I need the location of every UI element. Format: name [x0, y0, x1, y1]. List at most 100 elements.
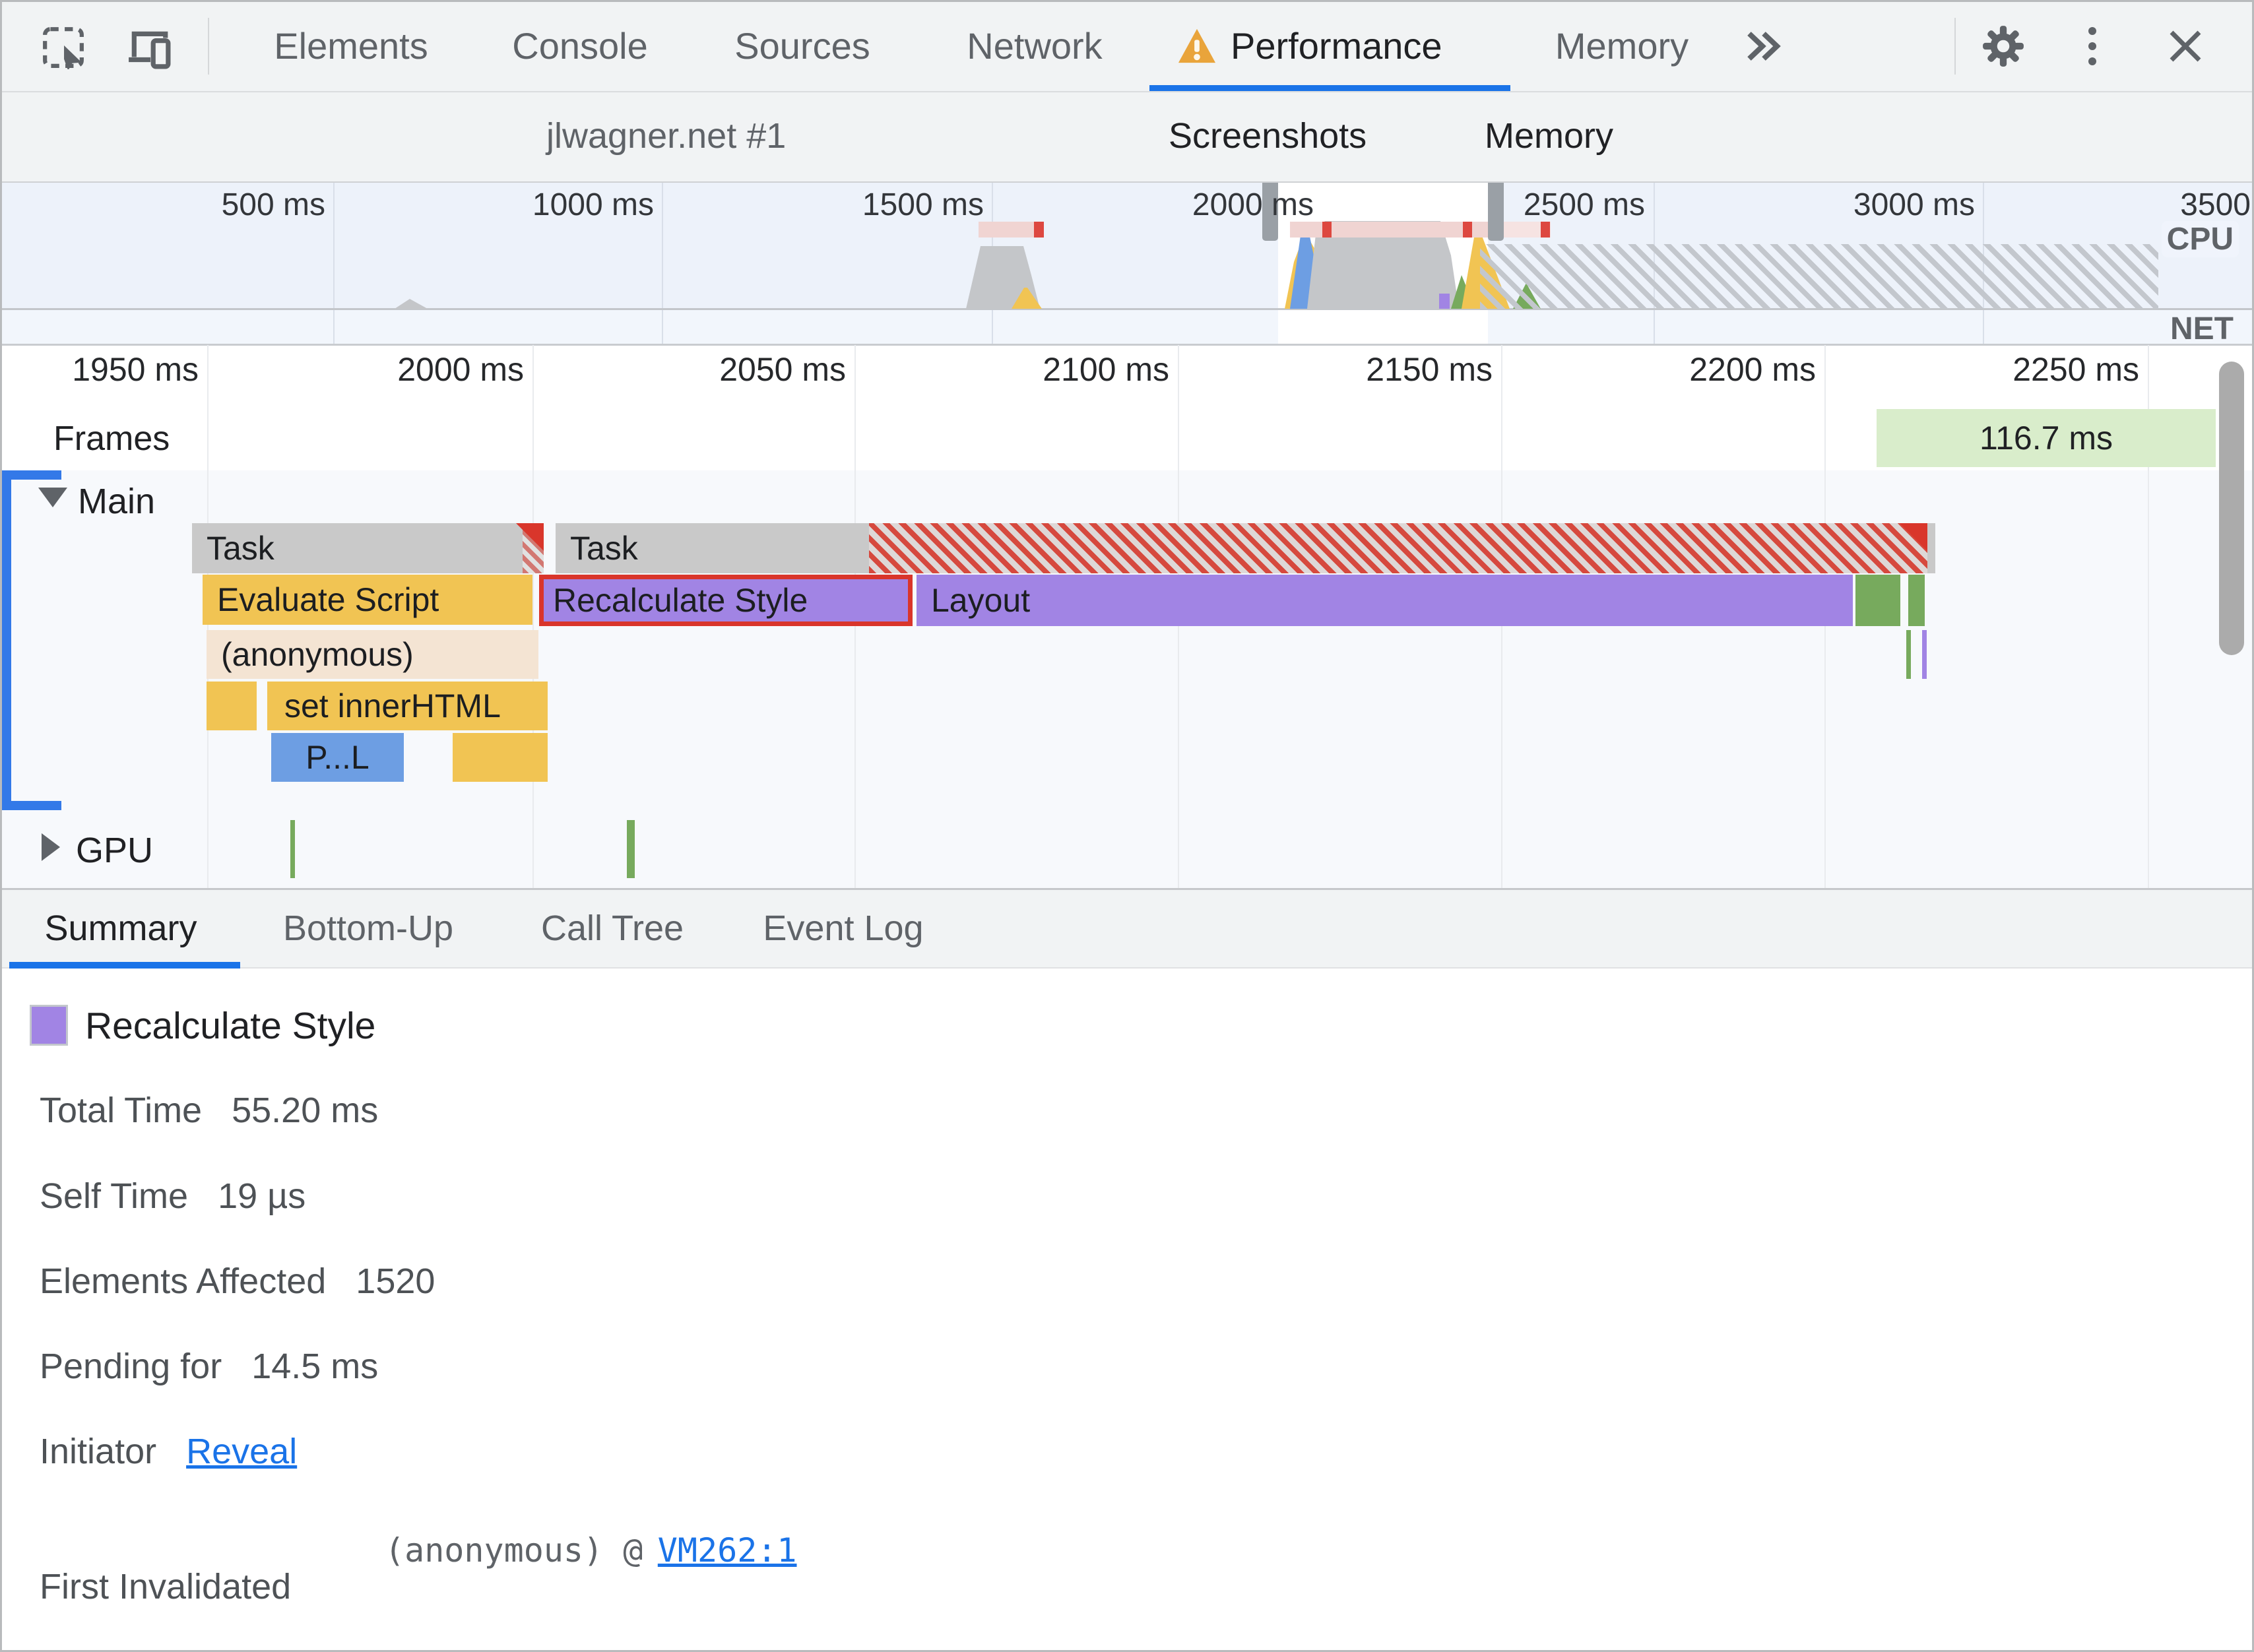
summary-row-value: 19 µs — [218, 1176, 306, 1216]
divider — [1954, 18, 1956, 75]
tab-performance-label: Performance — [1231, 25, 1442, 67]
gpu-event[interactable] — [627, 820, 635, 878]
overview-tick: 3000 ms — [1853, 187, 1975, 222]
frame-duration-chip[interactable]: 116.7 ms — [1877, 409, 2216, 467]
ruler-tick: 2150 ms — [1366, 351, 1493, 388]
vertical-scrollbar[interactable] — [2219, 362, 2244, 655]
trace-source-link[interactable]: VM262:1 — [658, 1531, 797, 1570]
flame-event-recalculate-style-selected[interactable]: Recalculate Style — [539, 575, 913, 626]
divider — [208, 18, 209, 75]
flame-event-small-purple[interactable] — [1922, 630, 1927, 679]
overview-tick: 500 ms — [221, 187, 325, 222]
long-task-corner — [516, 523, 544, 551]
tab-memory[interactable]: Memory — [1539, 2, 1704, 90]
active-tab-underline — [1149, 85, 1510, 91]
more-tabs-icon[interactable] — [1744, 28, 1784, 64]
frames-track-label[interactable]: Frames — [53, 419, 170, 459]
initiator-label: Initiator — [40, 1432, 157, 1471]
flame-event-evaluate-script[interactable]: Evaluate Script — [203, 575, 532, 625]
flame-event-script-chip[interactable] — [207, 682, 257, 730]
summary-row-value: 14.5 ms — [251, 1347, 379, 1386]
flame-event-script-chip[interactable] — [453, 733, 548, 782]
net-track-label: NET — [2170, 311, 2234, 346]
overview-tick: 3500 — [2180, 187, 2251, 222]
summary-row-label: Total Time — [40, 1091, 203, 1130]
gpu-event[interactable] — [290, 820, 295, 878]
close-icon[interactable] — [2166, 27, 2205, 65]
more-options-icon[interactable] — [2087, 26, 2098, 67]
gridline — [532, 345, 534, 889]
ruler-tick: 2200 ms — [1689, 351, 1816, 388]
overview-tick: 2500 ms — [1523, 187, 1645, 222]
tab-console[interactable]: Console — [503, 2, 657, 90]
flame-event-layout[interactable]: Layout — [917, 575, 1853, 626]
ruler-tick: 2050 ms — [719, 351, 846, 388]
long-task-marker — [1322, 222, 1332, 238]
tab-event-log[interactable]: Event Log — [741, 890, 946, 967]
long-task-corner — [1900, 523, 1927, 551]
task-end-cap — [1927, 523, 1935, 573]
tab-summary[interactable]: Summary — [28, 890, 213, 967]
overview-tick: 1000 ms — [532, 187, 654, 222]
summary-row-value: 55.20 ms — [232, 1091, 379, 1130]
long-task-marker — [1034, 222, 1044, 238]
ruler-tick: 1950 ms — [72, 351, 199, 388]
main-track-bracket-bottom — [2, 801, 61, 810]
long-task-marker — [1541, 222, 1550, 238]
device-toolbar-icon[interactable] — [127, 27, 171, 69]
tab-performance[interactable]: Performance — [1176, 2, 1442, 90]
active-bottom-tab-underline — [9, 962, 240, 969]
memory-label[interactable]: Memory — [1485, 92, 1613, 180]
summary-initiator-row: Initiator Reveal — [40, 1432, 297, 1471]
gpu-track-label[interactable]: GPU — [76, 830, 153, 871]
main-collapse-icon[interactable] — [38, 488, 67, 507]
ruler-tick: 2100 ms — [1043, 351, 1169, 388]
summary-row-label: Pending for — [40, 1347, 222, 1386]
cpu-track-label: CPU — [2161, 221, 2239, 257]
tab-bottom-up[interactable]: Bottom-Up — [259, 890, 477, 967]
overview-net-strip — [2, 310, 2252, 344]
settings-gear-icon[interactable] — [1981, 24, 2025, 68]
summary-row: Elements Affected 1520 — [40, 1261, 435, 1301]
flame-event-set-innerhtml[interactable]: set innerHTML — [267, 682, 548, 730]
flame-event-small-green[interactable] — [1906, 630, 1911, 679]
flame-event-paint[interactable] — [1855, 575, 1900, 626]
summary-row: Self Time 19 µs — [40, 1176, 306, 1216]
flame-event-task[interactable]: Task — [556, 523, 869, 573]
long-task-strip — [1290, 222, 1490, 238]
main-track-bracket — [2, 470, 11, 810]
summary-row-label: Self Time — [40, 1176, 189, 1216]
trace-function: (anonymous) @ — [385, 1531, 643, 1570]
warning-icon — [1176, 27, 1217, 65]
details-tab-bar: Summary Bottom-Up Call Tree Event Log — [2, 890, 2252, 969]
flame-event-parse-html[interactable]: P...L — [271, 733, 404, 782]
tab-elements[interactable]: Elements — [266, 2, 436, 90]
long-task-marker — [1463, 222, 1472, 238]
summary-row-value: 1520 — [356, 1261, 435, 1301]
screenshots-label[interactable]: Screenshots — [1169, 92, 1367, 180]
overview-tick: 1500 ms — [862, 187, 984, 222]
tab-sources[interactable]: Sources — [728, 2, 877, 90]
initiator-reveal-link[interactable]: Reveal — [186, 1432, 297, 1471]
overview-bottom-border — [2, 344, 2252, 346]
long-task-hatch[interactable] — [869, 523, 1927, 573]
overview-hatched-region — [1480, 244, 2158, 309]
main-track-label[interactable]: Main — [78, 481, 155, 522]
inspect-element-icon[interactable] — [42, 26, 85, 69]
gpu-expand-icon[interactable] — [42, 833, 60, 861]
profile-select[interactable]: jlwagner.net #1 — [546, 92, 786, 180]
summary-title: Recalculate Style — [85, 1005, 376, 1047]
ruler-tick: 2250 ms — [2012, 351, 2139, 388]
tab-network[interactable]: Network — [955, 2, 1114, 90]
tab-call-tree[interactable]: Call Tree — [527, 890, 698, 967]
performance-toolbar: jlwagner.net #1 Screenshots Memory — [2, 92, 2252, 259]
flame-event-paint[interactable] — [1908, 575, 1925, 626]
ruler-tick: 2000 ms — [397, 351, 524, 388]
event-color-swatch — [30, 1005, 68, 1046]
flame-event-task[interactable]: Task — [192, 523, 544, 573]
summary-row: Pending for 14.5 ms — [40, 1347, 378, 1386]
first-invalidated-trace: (anonymous) @ VM262:1 — [385, 1531, 797, 1570]
flame-event-anonymous[interactable]: (anonymous) — [207, 630, 538, 679]
main-track-bracket-top — [2, 470, 61, 480]
first-invalidated-label: First Invalidated — [40, 1567, 292, 1606]
